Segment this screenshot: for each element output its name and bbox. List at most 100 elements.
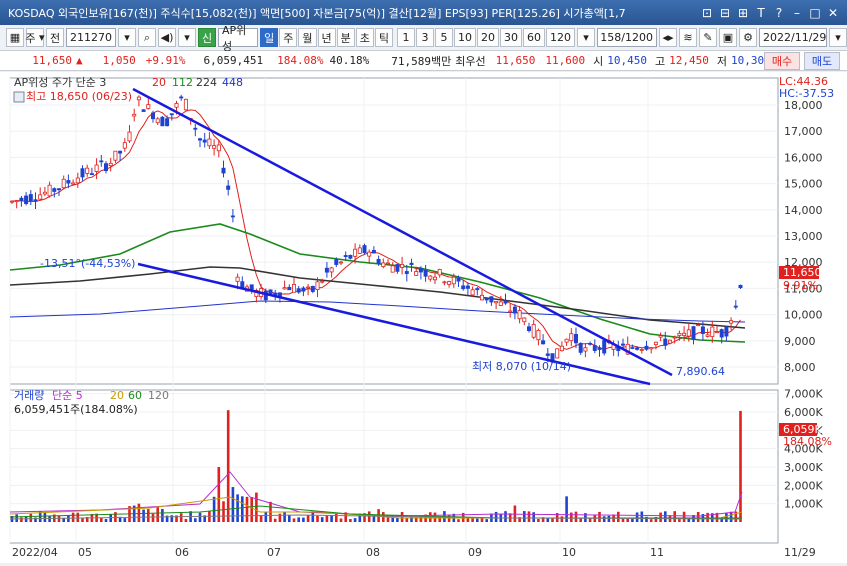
volume-bar [405, 518, 409, 522]
window-maximize-icon[interactable]: □ [807, 5, 823, 21]
sound-dropdown-icon[interactable]: ▾ [178, 28, 196, 47]
chart-area[interactable]: 18,000 17,000 16,000 15,000 14,000 13,000 12,0… [0, 72, 847, 563]
candle-body [498, 301, 503, 306]
candle-body [555, 348, 560, 359]
time-tick-label: 07 [267, 546, 281, 559]
volume-bar [179, 513, 183, 522]
period-tab-4[interactable]: 분 [336, 28, 355, 47]
candle-body [329, 267, 334, 273]
layout-icon[interactable]: ▦ [6, 28, 24, 47]
volume-bar [725, 512, 728, 522]
volume-bar [198, 512, 202, 522]
buy-button[interactable]: 매수 [764, 52, 800, 70]
candle-body [588, 342, 593, 345]
period-tab-6[interactable]: 틱 [374, 28, 393, 47]
candle-body [315, 281, 320, 290]
indicator-icon[interactable]: ≋ [679, 28, 697, 47]
candle-body [569, 333, 574, 342]
calendar-icon[interactable]: ▾ [829, 28, 847, 47]
search-icon[interactable]: ⌕ [138, 28, 156, 47]
calendar-mini-icon[interactable] [13, 91, 25, 103]
candle-body [99, 160, 104, 163]
candle-body [197, 138, 202, 141]
period-tab-2[interactable]: 월 [298, 28, 317, 47]
candle-body [465, 285, 470, 289]
price-tick-label: 18,000 [784, 99, 823, 112]
stock-name-field[interactable]: AP위성 [218, 24, 259, 53]
settings-icon[interactable]: ⚙ [739, 28, 757, 47]
candle-body [461, 285, 466, 290]
volume-tick-label: 1,000K [784, 498, 823, 511]
minute-option-5[interactable]: 5 [435, 28, 453, 47]
candle-body [42, 191, 47, 195]
low-label: 저 [716, 54, 727, 68]
window-pin-icon[interactable]: ⊡ [699, 5, 715, 21]
candle-body [484, 298, 489, 301]
period-tab-3[interactable]: 년 [317, 28, 336, 47]
code-dropdown-icon[interactable]: ▾ [118, 28, 136, 47]
price-legend-text: AP위성 주가 단순 3 [14, 76, 106, 89]
minute-option-20[interactable]: 20 [477, 28, 499, 47]
volume-bar [560, 516, 564, 522]
candle-body [75, 177, 80, 184]
volume-bar [546, 518, 550, 522]
period-tab-0[interactable]: 일 [260, 28, 279, 47]
period-tab-1[interactable]: 주 [279, 28, 298, 47]
candle-body [357, 247, 362, 254]
sell-button[interactable]: 매도 [804, 52, 840, 70]
candle-body [700, 326, 705, 334]
candle-body [447, 281, 452, 285]
candle-body [381, 262, 386, 268]
candle-body [94, 164, 99, 172]
scroll-left-icon[interactable]: ◂▸ [659, 28, 677, 47]
volume-bar [339, 518, 343, 522]
candle-body [677, 333, 682, 336]
count-input[interactable]: 158/1200 [597, 28, 657, 47]
minute-option-10[interactable]: 10 [454, 28, 476, 47]
candle-body [216, 144, 221, 152]
window-font-icon[interactable]: T [753, 5, 769, 21]
volume-bar [330, 514, 333, 522]
candle-body [536, 330, 541, 341]
candle-body [400, 263, 405, 268]
minute-dropdown-icon[interactable]: ▾ [577, 28, 595, 47]
window-split-icon[interactable]: ⊟ [717, 5, 733, 21]
candle-body [653, 341, 658, 346]
price-panel-frame [9, 77, 779, 385]
sound-icon[interactable]: ◀) [158, 28, 176, 47]
candle-body [324, 267, 329, 273]
volume-bar [739, 410, 742, 522]
volume-bar [43, 512, 47, 522]
volume-bar [523, 511, 526, 522]
candle-body [338, 261, 343, 264]
prev-button[interactable]: 전 [46, 28, 64, 47]
minute-option-3[interactable]: 3 [416, 28, 434, 47]
period-select[interactable]: 주 ▾ [25, 28, 45, 47]
stock-chart[interactable]: 18,00017,00016,00015,00014,00013,00012,0… [0, 72, 847, 563]
candle-body [61, 178, 66, 189]
minute-option-1[interactable]: 1 [397, 28, 415, 47]
window-minimize-icon[interactable]: – [789, 5, 805, 21]
window-close-icon[interactable]: ✕ [825, 5, 841, 21]
stock-code-input[interactable]: 211270 [66, 28, 116, 47]
volume-tick-label: 2,000K [784, 479, 823, 492]
volume-bar [349, 519, 352, 522]
price-tick-label: 17,000 [784, 125, 823, 138]
volume-bar [151, 513, 155, 522]
current-pct-tag: 9.91% [783, 279, 818, 292]
ma20-legend: 20 [152, 76, 166, 89]
draw-icon[interactable]: ✎ [699, 28, 717, 47]
volume-legend-title: 거래량 [14, 389, 44, 402]
minute-option-120[interactable]: 120 [546, 28, 575, 47]
candle-body [24, 195, 29, 204]
price-tick-label: 16,000 [784, 151, 823, 164]
window-help-icon[interactable]: ? [771, 5, 787, 21]
time-tick-label: 10 [562, 546, 576, 559]
save-icon[interactable]: ▣ [719, 28, 737, 47]
minute-option-30[interactable]: 30 [500, 28, 522, 47]
minute-option-60[interactable]: 60 [523, 28, 545, 47]
period-tab-5[interactable]: 초 [355, 28, 374, 47]
window-link-icon[interactable]: ⊞ [735, 5, 751, 21]
trend-end-annotation: 7,890.64 [676, 365, 725, 378]
date-input[interactable]: 2022/11/29 [759, 28, 827, 47]
